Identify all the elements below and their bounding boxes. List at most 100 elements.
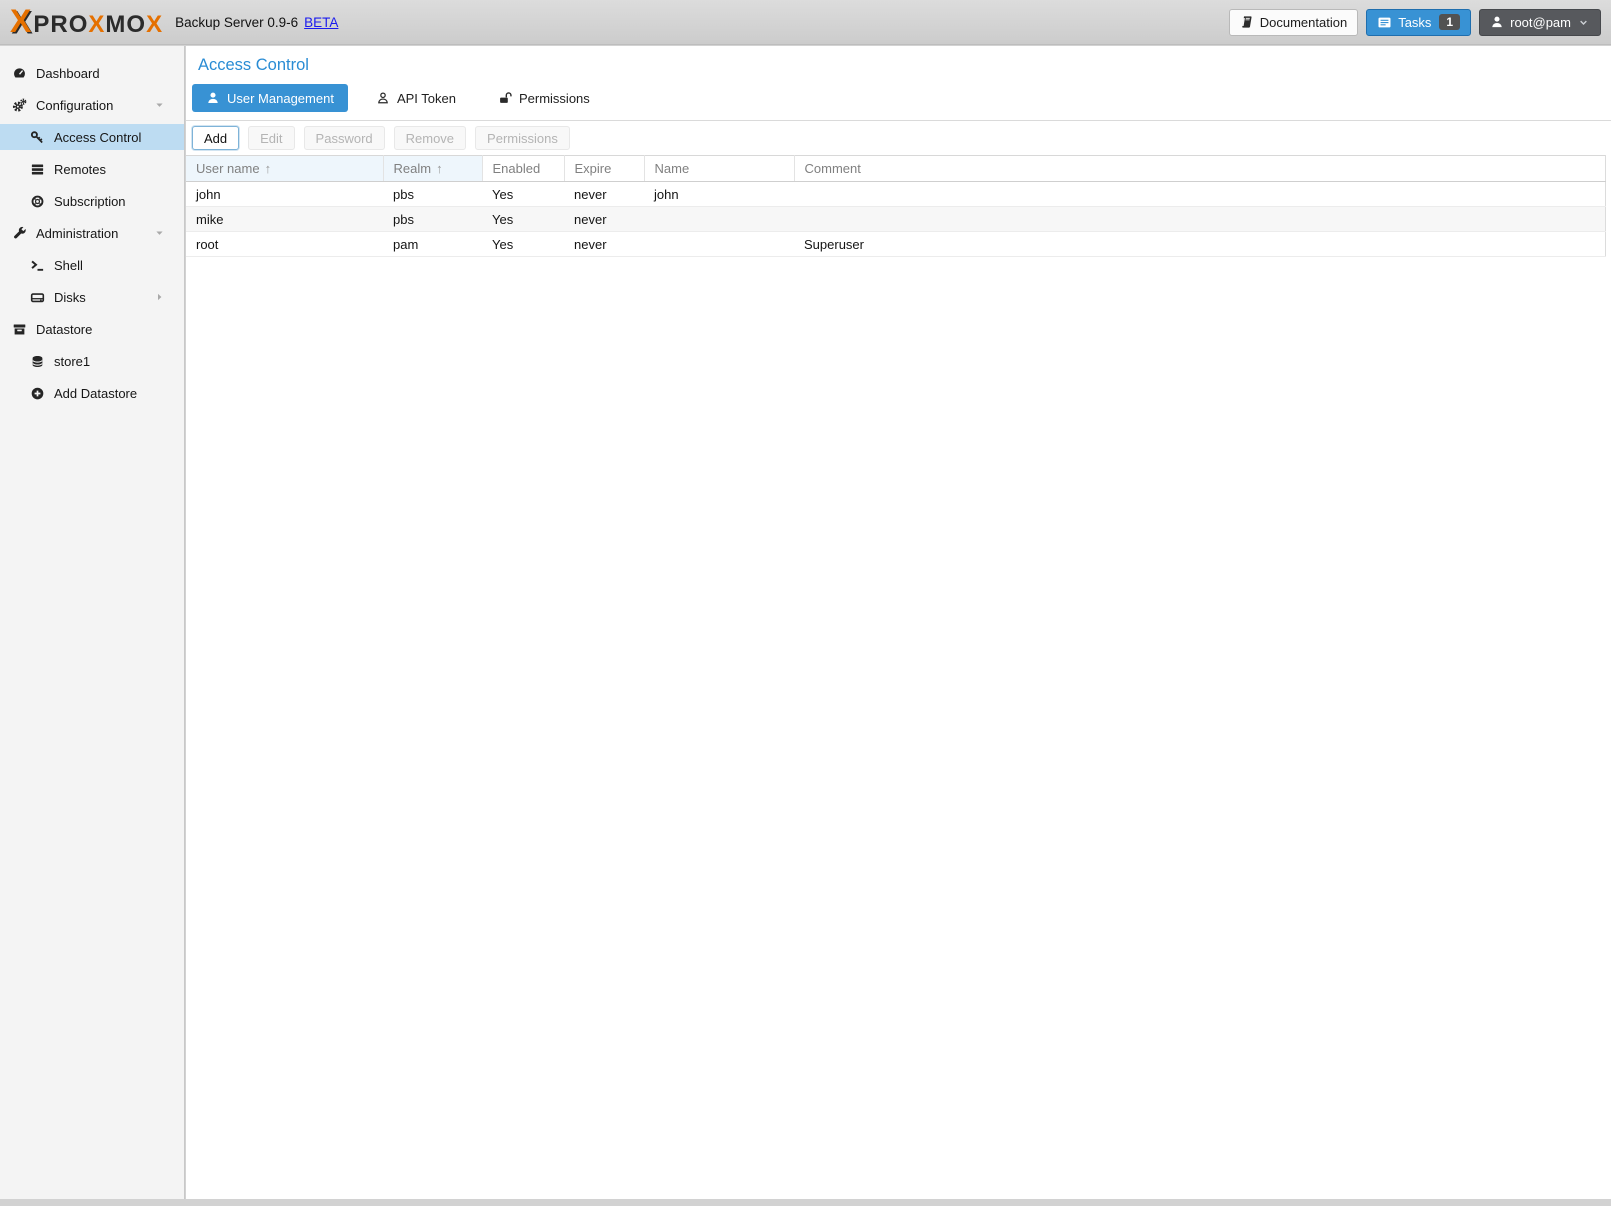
cell-enabled: Yes	[482, 207, 564, 232]
table-row-root[interactable]: rootpamYesneverSuperuser	[186, 232, 1606, 257]
cell-name	[644, 232, 794, 257]
user-outline-icon	[376, 91, 390, 105]
sidebar-item-administration[interactable]: Administration	[0, 220, 184, 246]
sidebar-item-datastore[interactable]: Datastore	[0, 316, 184, 342]
cell-realm: pam	[383, 232, 482, 257]
sidebar-item-subscription[interactable]: Subscription	[0, 188, 184, 214]
cell-name: john	[644, 182, 794, 207]
bottom-edge	[0, 1199, 1611, 1206]
column-label: Name	[655, 161, 690, 176]
tab-label: Permissions	[519, 91, 590, 106]
expander-arrow-down-icon	[151, 228, 168, 239]
proxmox-logo-word: PROXMOX	[33, 11, 163, 39]
sidebar-item-label: Remotes	[54, 162, 106, 177]
product-version-label: Backup Server 0.9-6	[175, 15, 298, 30]
sidebar-item-configuration[interactable]: Configuration	[0, 92, 184, 118]
toolbar: Add Edit Password Remove Permissions	[186, 121, 1611, 155]
expander-arrow-right-icon	[151, 292, 168, 303]
top-header-bar: X PROXMOX Backup Server 0.9-6 BETA Docum…	[0, 0, 1611, 45]
tasks-label: Tasks	[1398, 15, 1431, 30]
cell-comment: Superuser	[794, 232, 1606, 257]
sidebar-item-label: Disks	[54, 290, 86, 305]
sidebar-item-label: Datastore	[36, 322, 92, 337]
hard-drive-icon	[29, 290, 46, 305]
table-row-john[interactable]: johnpbsYesneverjohn	[186, 182, 1606, 207]
proxmox-logo: X PROXMOX	[10, 6, 163, 39]
main-panel: Access Control User Management API Token P…	[186, 46, 1611, 1199]
tab-label: API Token	[397, 91, 456, 106]
cell-expire: never	[564, 232, 644, 257]
server-stack-icon	[29, 162, 46, 177]
password-button[interactable]: Password	[304, 126, 385, 150]
sidebar-item-label: Subscription	[54, 194, 126, 209]
sidebar-item-label: Dashboard	[36, 66, 100, 81]
user-menu-label: root@pam	[1510, 15, 1571, 30]
column-header-comment[interactable]: Comment	[794, 156, 1606, 182]
cell-comment	[794, 207, 1606, 232]
sidebar-item-shell[interactable]: Shell	[0, 252, 184, 278]
expander-arrow-down-icon	[151, 100, 168, 111]
sidebar-item-label: Administration	[36, 226, 118, 241]
sidebar-item-store1[interactable]: store1	[0, 348, 184, 374]
column-header-expire[interactable]: Expire	[564, 156, 644, 182]
user-filled-icon	[206, 91, 220, 105]
column-label: Expire	[575, 161, 612, 176]
cell-user-name: mike	[186, 207, 383, 232]
tab-label: User Management	[227, 91, 334, 106]
column-header-name[interactable]: Name	[644, 156, 794, 182]
cell-realm: pbs	[383, 182, 482, 207]
users-table: User name↑ Realm ↑ Enabled Expire Name Comment…	[186, 155, 1606, 257]
wrench-icon	[11, 226, 28, 241]
permissions-button[interactable]: Permissions	[475, 126, 570, 150]
sidebar-item-dashboard[interactable]: Dashboard	[0, 60, 184, 86]
cell-name	[644, 207, 794, 232]
proxmox-logo-mark-icon: X	[10, 6, 29, 36]
tab-api-token[interactable]: API Token	[362, 84, 470, 112]
cell-enabled: Yes	[482, 182, 564, 207]
column-label: User name	[196, 161, 260, 176]
beta-link[interactable]: BETA	[304, 15, 338, 30]
column-label: Enabled	[493, 161, 541, 176]
chevron-down-icon	[1577, 16, 1590, 29]
column-label: Realm	[394, 161, 432, 176]
cell-comment	[794, 182, 1606, 207]
documentation-button[interactable]: Documentation	[1229, 9, 1358, 36]
plus-circle-icon	[29, 386, 46, 401]
user-menu-button[interactable]: root@pam	[1479, 9, 1601, 36]
sort-ascending-icon: ↑	[436, 161, 443, 176]
sidebar-item-label: Access Control	[54, 130, 141, 145]
table-header-row: User name↑ Realm ↑ Enabled Expire Name Comment	[186, 156, 1606, 182]
tab-bar: User Management API Token Permissions	[186, 75, 1611, 121]
database-icon	[29, 354, 46, 369]
tasks-count-badge: 1	[1439, 14, 1460, 30]
column-header-realm[interactable]: Realm ↑	[383, 156, 482, 182]
sidebar-item-access-control[interactable]: Access Control	[0, 124, 184, 150]
edit-button[interactable]: Edit	[248, 126, 294, 150]
tab-user-management[interactable]: User Management	[192, 84, 348, 112]
remove-button[interactable]: Remove	[394, 126, 466, 150]
sidebar-item-label: Shell	[54, 258, 83, 273]
add-button[interactable]: Add	[192, 126, 239, 150]
column-header-enabled[interactable]: Enabled	[482, 156, 564, 182]
archive-box-icon	[11, 322, 28, 337]
key-icon	[29, 130, 46, 145]
book-icon	[1240, 15, 1254, 29]
cell-user-name: john	[186, 182, 383, 207]
sidebar-item-remotes[interactable]: Remotes	[0, 156, 184, 182]
cell-expire: never	[564, 182, 644, 207]
documentation-label: Documentation	[1260, 15, 1347, 30]
column-header-user-name[interactable]: User name↑	[186, 156, 383, 182]
page-title: Access Control	[198, 56, 1611, 75]
cell-user-name: root	[186, 232, 383, 257]
tasks-button[interactable]: Tasks 1	[1366, 9, 1471, 36]
sidebar-item-label: Add Datastore	[54, 386, 137, 401]
sidebar-item-add-datastore[interactable]: Add Datastore	[0, 380, 184, 406]
column-label: Comment	[805, 161, 861, 176]
life-ring-icon	[29, 194, 46, 209]
dashboard-icon	[11, 66, 28, 81]
tab-permissions[interactable]: Permissions	[484, 84, 604, 112]
sidebar-item-label: store1	[54, 354, 90, 369]
table-row-mike[interactable]: mikepbsYesnever	[186, 207, 1606, 232]
sidebar-item-disks[interactable]: Disks	[0, 284, 184, 310]
cell-realm: pbs	[383, 207, 482, 232]
